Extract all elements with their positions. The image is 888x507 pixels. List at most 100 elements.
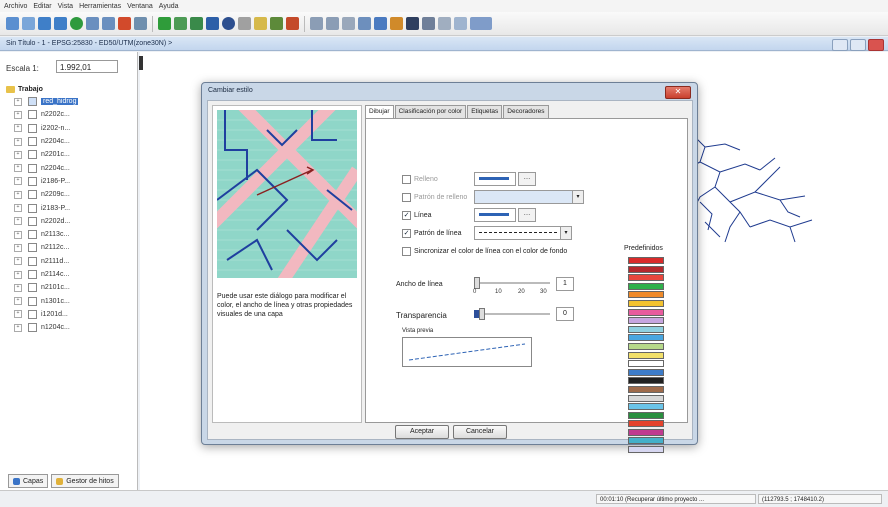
patron-linea-combo[interactable]: ▾ xyxy=(474,226,572,240)
layer-visibility-checkbox[interactable] xyxy=(28,137,37,147)
palette-swatch[interactable] xyxy=(628,428,664,436)
layer-item[interactable]: + i2183-P... xyxy=(6,201,134,214)
transparencia-slider-thumb[interactable] xyxy=(479,308,485,320)
ancho-slider-thumb[interactable] xyxy=(474,277,480,289)
menu-editar[interactable]: Editar xyxy=(33,3,51,10)
tab-clasificacion[interactable]: Clasificación por color xyxy=(394,105,467,118)
image-icon[interactable] xyxy=(374,17,387,30)
expand-icon[interactable]: + xyxy=(14,283,22,292)
palette-swatch[interactable] xyxy=(628,368,664,376)
expand-icon[interactable]: + xyxy=(14,310,22,319)
palette-swatch[interactable] xyxy=(628,437,664,445)
forward-icon[interactable] xyxy=(54,17,67,30)
layer-item[interactable]: + i2202-n... xyxy=(6,122,134,135)
cancelar-button[interactable]: Cancelar xyxy=(453,425,507,439)
chart-icon[interactable] xyxy=(286,17,299,30)
linea-color-button[interactable] xyxy=(474,208,516,222)
expand-icon[interactable]: + xyxy=(14,110,22,119)
ruler-icon[interactable] xyxy=(254,17,267,30)
menu-ventana[interactable]: Ventana xyxy=(127,3,153,10)
menu-archivo[interactable]: Archivo xyxy=(4,3,27,10)
tool-icon[interactable] xyxy=(190,17,203,30)
layer-item[interactable]: + n1301c... xyxy=(6,294,134,307)
expand-icon[interactable]: + xyxy=(14,97,22,106)
layer-visibility-checkbox[interactable] xyxy=(28,296,37,306)
palette-swatch[interactable] xyxy=(628,420,664,428)
layer-visibility-checkbox[interactable] xyxy=(28,283,37,293)
layer-item[interactable]: + n2209c... xyxy=(6,188,134,201)
linea-more-button[interactable]: … xyxy=(518,208,536,222)
menu-vista[interactable]: Vista xyxy=(58,3,73,10)
tab-gestor-hitos[interactable]: Gestor de hitos xyxy=(51,474,119,488)
globe-icon[interactable] xyxy=(70,17,83,30)
tab-capas[interactable]: Capas xyxy=(8,474,49,488)
tab-dibujar[interactable]: Dibujar xyxy=(365,105,394,119)
palette-swatch[interactable] xyxy=(628,308,664,316)
add-layer-icon[interactable] xyxy=(158,17,171,30)
back-icon[interactable] xyxy=(38,17,51,30)
layer-item[interactable]: + n2112c... xyxy=(6,241,134,254)
pan-icon[interactable] xyxy=(22,17,35,30)
minimize-button[interactable] xyxy=(832,39,848,51)
layer-visibility-checkbox[interactable] xyxy=(28,97,37,107)
palette-swatch[interactable] xyxy=(628,411,664,419)
aceptar-button[interactable]: Aceptar xyxy=(395,425,449,439)
window-icon[interactable] xyxy=(358,17,371,30)
expand-icon[interactable]: + xyxy=(14,150,22,159)
scale-input[interactable]: 1.992,01 xyxy=(56,60,118,73)
layer-item[interactable]: + n2204c... xyxy=(6,135,134,148)
layer-visibility-checkbox[interactable] xyxy=(28,230,37,240)
layer-visibility-checkbox[interactable] xyxy=(28,163,37,173)
layer-item[interactable]: + red_hidrog xyxy=(6,95,134,108)
expand-icon[interactable]: + xyxy=(14,297,22,306)
layer-item[interactable]: + i2186-P... xyxy=(6,175,134,188)
layer-item[interactable]: + n2202c... xyxy=(6,108,134,121)
palette-swatch[interactable] xyxy=(628,351,664,359)
patron-relleno-combo[interactable]: ▾ xyxy=(474,190,584,204)
tab-etiquetas[interactable]: Etiquetas xyxy=(467,105,503,118)
edit-icon[interactable] xyxy=(174,17,187,30)
layer-visibility-checkbox[interactable] xyxy=(28,176,37,186)
palette-swatch[interactable] xyxy=(628,257,664,264)
maximize-button[interactable] xyxy=(850,39,866,51)
table-icon[interactable] xyxy=(270,17,283,30)
cursor-icon[interactable] xyxy=(310,17,323,30)
ancho-slider[interactable] xyxy=(474,282,550,284)
select-icon[interactable] xyxy=(118,17,131,30)
layer-visibility-checkbox[interactable] xyxy=(28,190,37,200)
patron-linea-checkbox[interactable]: ✓ xyxy=(402,229,411,238)
dialog-close-button[interactable]: ✕ xyxy=(665,86,691,99)
vertex-icon[interactable] xyxy=(326,17,339,30)
close-button[interactable] xyxy=(868,39,884,51)
relleno-color-button[interactable] xyxy=(474,172,516,186)
layer-visibility-checkbox[interactable] xyxy=(28,110,37,120)
palette-swatch[interactable] xyxy=(628,342,664,350)
ext-icon[interactable] xyxy=(470,17,492,30)
patron-relleno-checkbox[interactable] xyxy=(402,193,411,202)
palette-swatch[interactable] xyxy=(628,403,664,411)
palette-swatch[interactable] xyxy=(628,265,664,273)
palette-swatch[interactable] xyxy=(628,299,664,307)
tree-root[interactable]: Trabajo xyxy=(6,84,134,95)
menu-herramientas[interactable]: Herramientas xyxy=(79,3,121,10)
expand-icon[interactable]: + xyxy=(14,177,22,186)
zoom-out-icon[interactable] xyxy=(102,17,115,30)
panel-splitter[interactable] xyxy=(139,56,143,70)
expand-icon[interactable]: + xyxy=(14,323,22,332)
palette-swatch[interactable] xyxy=(628,317,664,325)
ancho-spinner[interactable]: 1 xyxy=(556,277,574,291)
layer-visibility-checkbox[interactable] xyxy=(28,123,37,133)
palette-swatch[interactable] xyxy=(628,334,664,342)
expand-icon[interactable]: + xyxy=(14,270,22,279)
menu-ayuda[interactable]: Ayuda xyxy=(159,3,179,10)
palette-swatch[interactable] xyxy=(628,394,664,402)
expand-icon[interactable]: + xyxy=(14,204,22,213)
palette-swatch[interactable] xyxy=(628,282,664,290)
layer-item[interactable]: + i1201d... xyxy=(6,308,134,321)
layer-visibility-checkbox[interactable] xyxy=(28,270,37,279)
layer-icon[interactable] xyxy=(134,17,147,30)
layer-visibility-checkbox[interactable] xyxy=(28,323,37,333)
palette-swatch[interactable] xyxy=(628,291,664,299)
zoom-in-icon[interactable] xyxy=(86,17,99,30)
layer-item[interactable]: + n2101c... xyxy=(6,281,134,294)
